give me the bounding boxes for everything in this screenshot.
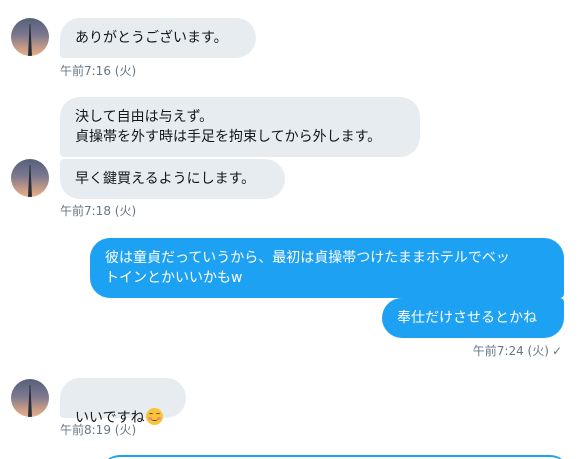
message-timestamp: 午前7:24 (火) ✓ [473, 342, 562, 359]
timestamp-text: 午前7:24 (火) [472, 344, 549, 358]
avatar[interactable] [11, 18, 49, 56]
tower-silhouette [28, 165, 32, 197]
message-bubble-incoming[interactable]: ありがとうございます。 [60, 18, 256, 58]
message-timestamp: 午前7:16 (火) [60, 64, 137, 78]
message-bubble-outgoing-partial[interactable] [100, 455, 570, 459]
avatar[interactable] [11, 379, 49, 417]
tower-silhouette [28, 24, 32, 56]
message-timestamp: 午前7:18 (火) [60, 204, 137, 218]
message-timestamp: 午前8:19 (火) [60, 423, 137, 437]
message-bubble-incoming[interactable]: いいですね [60, 378, 186, 426]
dm-conversation: ありがとうございます。 午前7:16 (火) 決して自由は与えず。 貞操帯を外す… [0, 0, 579, 459]
tower-silhouette [28, 385, 32, 417]
message-bubble-outgoing[interactable]: 彼は童貞だっていうから、最初は貞操帯つけたままホテルでベッ トインとかいいかもw [90, 238, 564, 298]
sent-check-icon: ✓ [551, 344, 562, 358]
message-bubble-outgoing[interactable]: 奉仕だけさせるとかね [382, 298, 564, 338]
message-bubble-incoming[interactable]: 決して自由は与えず。 貞操帯を外す時は手足を拘束してから外します。 [60, 97, 420, 157]
smiling-face-emoji-icon [145, 408, 163, 425]
avatar[interactable] [11, 159, 49, 197]
message-bubble-incoming[interactable]: 早く鍵買えるようにします。 [60, 159, 285, 199]
